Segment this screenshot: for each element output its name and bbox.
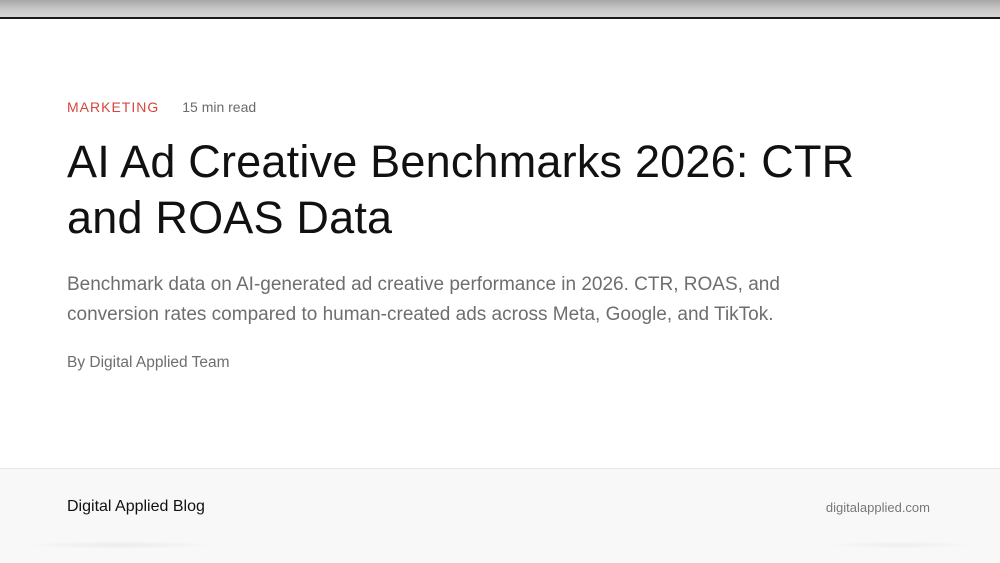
author-byline: By Digital Applied Team xyxy=(67,354,230,371)
page-footer: Digital Applied Blog digitalapplied.com xyxy=(0,468,1000,563)
article-subtitle: Benchmark data on AI-generated ad creati… xyxy=(67,274,780,325)
article-meta: MARKETING 15 min read xyxy=(67,96,937,118)
read-time: 15 min read xyxy=(182,99,257,115)
top-browser-bar xyxy=(0,0,1000,19)
footer-brand[interactable]: Digital Applied Blog xyxy=(67,498,205,516)
footer-shadow-left xyxy=(20,541,220,549)
article-header: MARKETING 15 min read AI Ad Creative Ben… xyxy=(67,96,937,372)
article-title: AI Ad Creative Benchmarks 2026: CTR and … xyxy=(67,136,855,243)
category-label[interactable]: MARKETING xyxy=(67,99,159,115)
footer-domain-link[interactable]: digitalapplied.com xyxy=(826,500,930,515)
footer-shadow-right xyxy=(820,541,980,549)
